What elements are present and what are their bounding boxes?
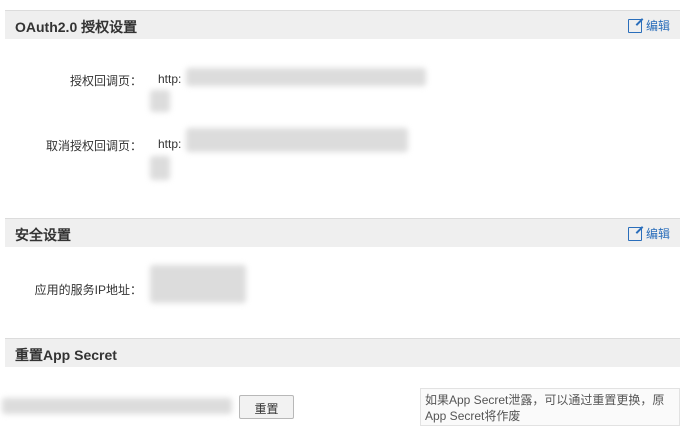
oauth-section-header: OAuth2.0 授权设置 编辑: [5, 10, 680, 39]
reset-section-header: 重置App Secret: [5, 338, 680, 367]
callback-url-blur: [186, 68, 426, 86]
security-edit-label: 编辑: [645, 227, 670, 241]
oauth-edit-label: 编辑: [645, 19, 670, 33]
callback-url-label: 授权回调页：: [69, 74, 142, 88]
reset-section-title: 重置App Secret: [15, 347, 117, 363]
server-ip-label: 应用的服务IP地址：: [34, 283, 142, 297]
server-ip-blur: [150, 265, 246, 303]
security-section-title: 安全设置: [15, 227, 71, 243]
app-secret-blur: [2, 398, 232, 414]
oauth-section-title: OAuth2.0 授权设置: [15, 19, 138, 35]
cancel-callback-value: http:: [158, 137, 182, 151]
oauth-edit-link[interactable]: 编辑: [627, 17, 670, 34]
cancel-callback-blur-2: [150, 156, 170, 180]
cancel-callback-label: 取消授权回调页：: [45, 139, 142, 153]
cancel-callback-blur: [186, 128, 408, 152]
callback-url-blur-2: [150, 90, 170, 112]
edit-icon: [627, 18, 642, 33]
callback-url-value: http:: [158, 72, 182, 86]
reset-button[interactable]: 重置: [239, 395, 294, 419]
security-section-header: 安全设置 编辑: [5, 218, 680, 247]
security-edit-link[interactable]: 编辑: [627, 225, 670, 242]
edit-icon: [627, 226, 642, 241]
reset-tip: 如果App Secret泄露，可以通过重置更换，原App Secret将作废: [420, 388, 680, 426]
